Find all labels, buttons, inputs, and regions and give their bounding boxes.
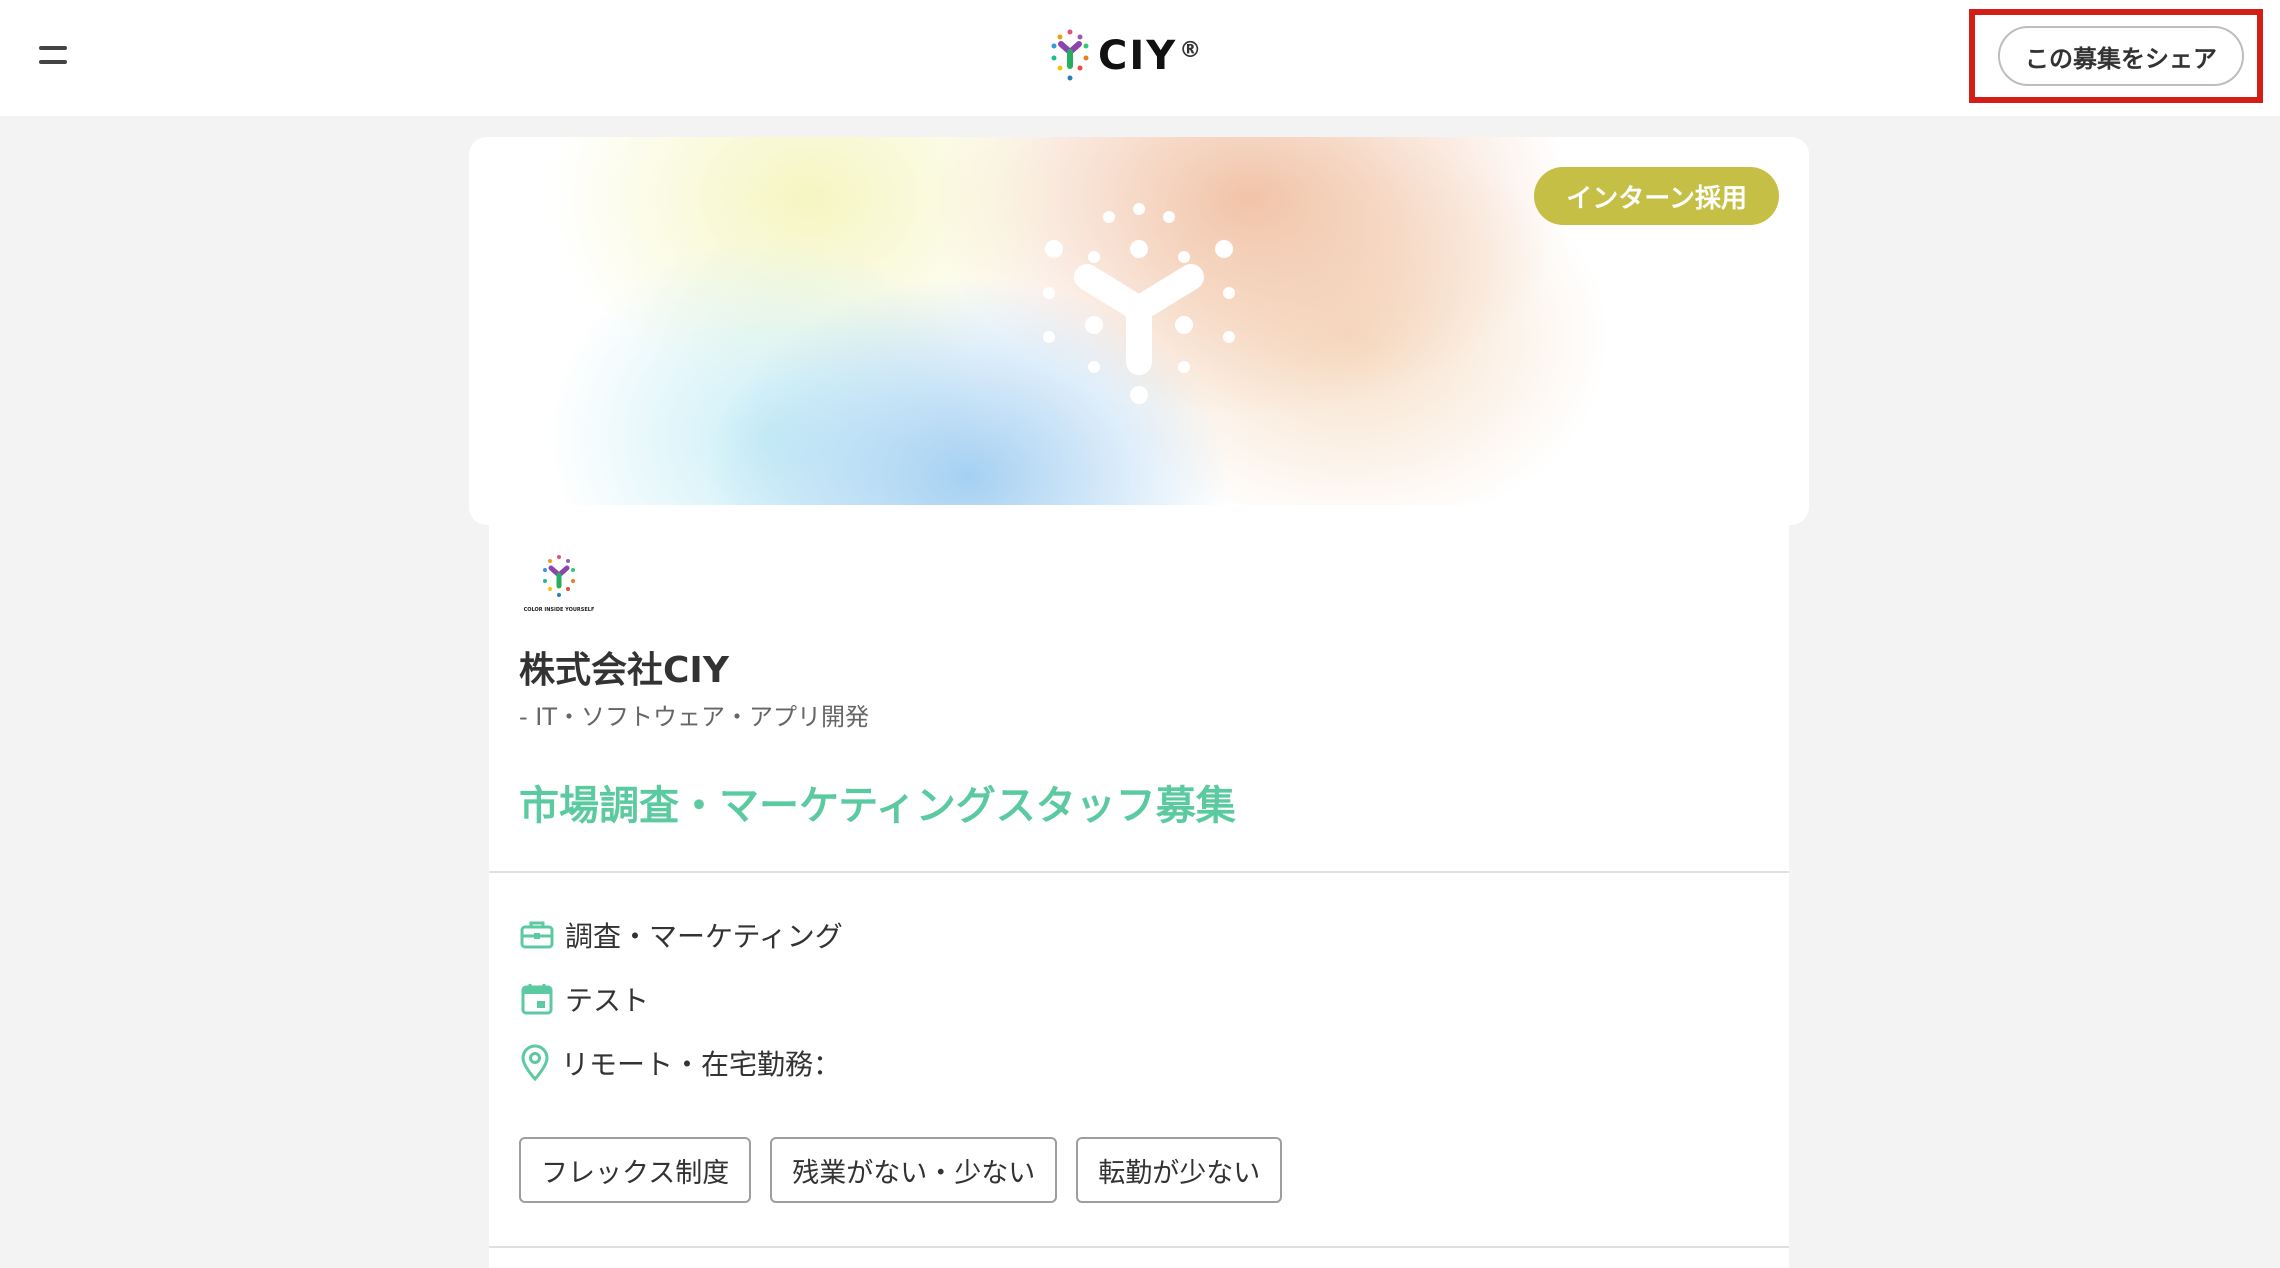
hamburger-menu-icon[interactable] [36, 38, 70, 72]
job-card: COLOR INSIDE YOURSELF 株式会社CIY - IT・ソフトウェ… [489, 525, 1789, 1268]
job-category-row: 調査・マーケティング [519, 915, 843, 955]
top-header: CIY ® この募集をシェア [0, 0, 2280, 116]
intern-hiring-badge: インターン採用 [1534, 167, 1779, 225]
job-category-text: 調査・マーケティング [565, 920, 843, 953]
hero-banner: インターン採用 [469, 137, 1809, 525]
section-divider [489, 1246, 1789, 1248]
job-location-text: リモート・在宅勤務： [561, 1048, 842, 1081]
company-industry: - IT・ソフトウェア・アプリ開発 [519, 703, 870, 731]
map-pin-icon [521, 1044, 549, 1082]
menu-line [39, 60, 67, 64]
ciy-symbol-icon [1043, 203, 1235, 404]
job-schedule-text: テスト [565, 984, 650, 1017]
registered-mark: ® [1179, 37, 1202, 63]
company-logo: COLOR INSIDE YOURSELF [524, 555, 595, 613]
company-name[interactable]: 株式会社CIY [519, 641, 729, 693]
brand-logo[interactable]: CIY ® [1050, 26, 1201, 86]
briefcase-icon [520, 921, 554, 949]
tag-little-overtime[interactable]: 残業がない・少ない [770, 1137, 1058, 1203]
job-location-row: リモート・在宅勤務： [519, 1043, 841, 1083]
share-button[interactable]: この募集をシェア [1998, 26, 2244, 86]
tag-flex-system[interactable]: フレックス制度 [519, 1137, 752, 1203]
job-schedule-row: テスト [519, 979, 649, 1019]
tag-few-relocations[interactable]: 転勤が少ない [1076, 1137, 1283, 1203]
ciy-logo-icon [1051, 29, 1089, 81]
company-logo-caption: COLOR INSIDE YOURSELF [524, 607, 595, 613]
menu-line [39, 46, 67, 50]
job-title: 市場調査・マーケティングスタッフ募集 [519, 783, 1236, 829]
brand-wordmark: CIY [1098, 33, 1178, 79]
section-divider [489, 871, 1789, 873]
calendar-icon [521, 984, 553, 1015]
feature-tags: フレックス制度 残業がない・少ない 転勤が少ない [519, 1137, 1301, 1203]
